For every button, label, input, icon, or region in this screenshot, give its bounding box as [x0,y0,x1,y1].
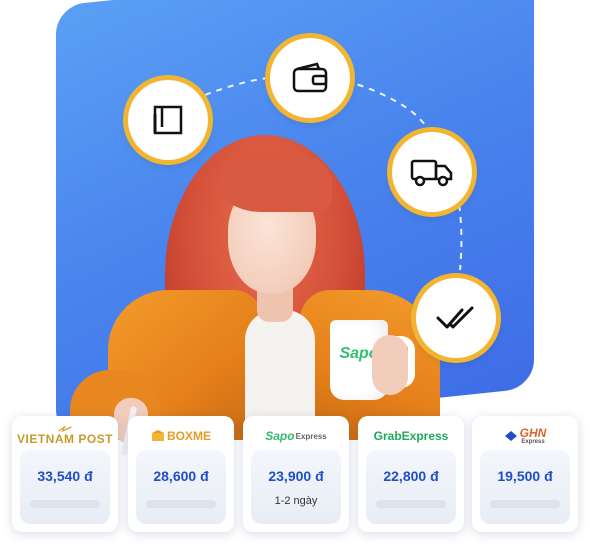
ghn-logo: GHN Express [472,426,578,446]
step-delivery [392,132,472,212]
step-box [128,80,208,160]
grabexpress-logo: GrabExpress [373,429,449,443]
carrier-price: 33,540 đ [37,468,93,484]
carrier-price: 22,800 đ [383,468,439,484]
wallet-icon [292,62,328,93]
placeholder-bar [376,500,446,508]
truck-icon [410,159,453,187]
step-wallet [270,38,350,118]
carrier-card-grab[interactable]: GrabExpress 22,800 đ [358,416,464,532]
double-check-icon [436,306,474,329]
boxme-logo: BOXME [128,426,234,446]
carrier-price: 19,500 đ [497,468,553,484]
placeholder-bar [490,500,560,508]
vnpost-logo: VIETNAM POST [12,426,118,446]
carrier-price: 28,600 đ [153,468,209,484]
carrier-card-boxme[interactable]: BOXME 28,600 đ [128,416,234,532]
carrier-eta: 1-2 ngày [274,495,318,507]
box-icon [153,105,183,135]
carrier-card-sapo[interactable]: Sapo Express 23,900 đ 1-2 ngày [243,416,349,532]
step-complete [416,278,496,358]
placeholder-bar [30,500,100,508]
carrier-card-ghn[interactable]: GHN Express 19,500 đ [472,416,578,532]
placeholder-bar [146,500,216,508]
carrier-price: 23,900 đ [268,468,324,484]
sapo-express-logo: Sapo Express [265,429,327,443]
carrier-card-vnpost[interactable]: VIETNAM POST 33,540 đ [12,416,118,532]
carrier-cards: VIETNAM POST 33,540 đ BOXME 28,600 đ Sap… [12,416,580,534]
